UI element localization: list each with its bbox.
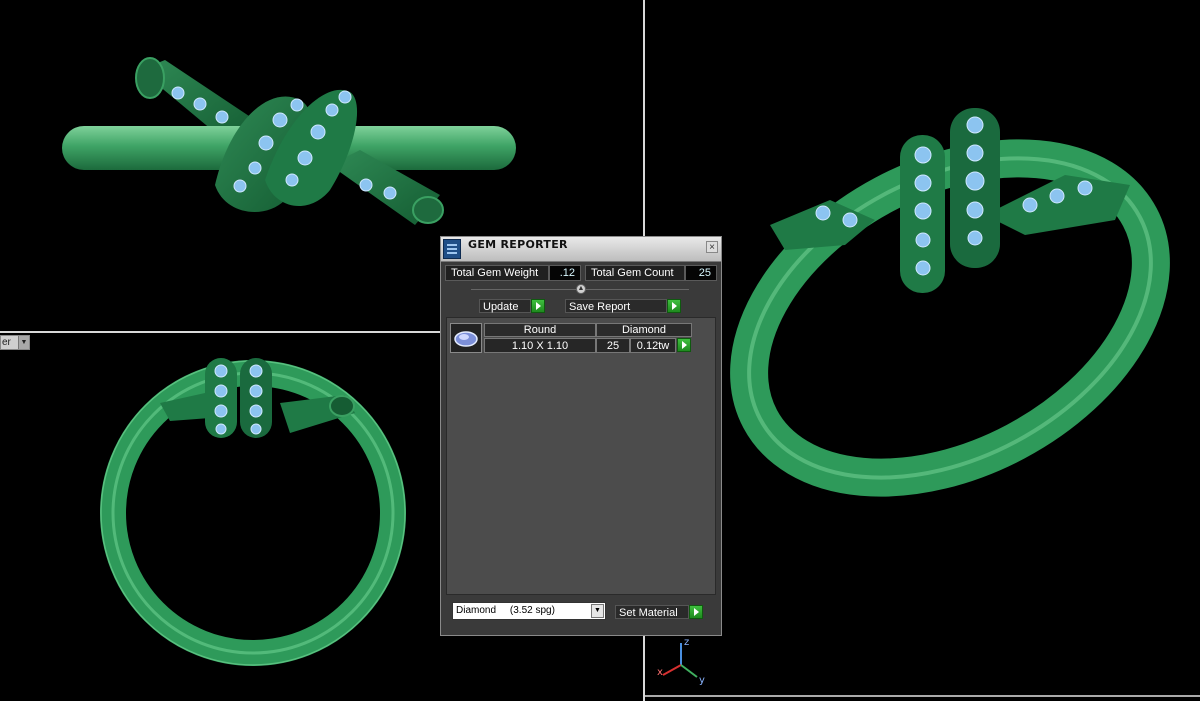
- gem-reporter-titlebar[interactable]: GEM REPORTER ×: [441, 237, 721, 262]
- set-material-button[interactable]: Set Material: [615, 605, 689, 619]
- gem-row-arrow-icon[interactable]: [677, 338, 691, 352]
- gem-reporter-title: GEM REPORTER: [468, 238, 568, 251]
- gem-reporter-panel: GEM REPORTER × Total Gem Weight .12 Tota…: [440, 236, 722, 636]
- chevron-down-icon: ▼: [18, 336, 29, 349]
- gem-weight-cell: 0.12tw: [630, 338, 676, 353]
- axis-y-label: y: [699, 675, 705, 686]
- view-name-dropdown[interactable]: er ▼: [0, 335, 30, 350]
- material-select-value: Diamond (3.52 spg): [456, 605, 555, 616]
- viewport-right[interactable]: z x y: [645, 0, 1200, 695]
- gem-list[interactable]: [446, 317, 716, 595]
- view-name-label: er: [2, 337, 11, 348]
- close-icon[interactable]: ×: [706, 241, 718, 253]
- save-report-arrow-icon[interactable]: [667, 299, 681, 313]
- total-gem-count-value: 25: [685, 265, 717, 281]
- gem-size-cell: 1.10 X 1.10: [484, 338, 596, 353]
- axis-gizmo-icon: z x y: [657, 637, 705, 686]
- chevron-down-icon: ▼: [591, 604, 604, 618]
- round-diamond-icon[interactable]: [450, 323, 482, 353]
- viewport-divider-bottom: [645, 695, 1200, 697]
- save-report-button[interactable]: Save Report: [565, 299, 667, 313]
- update-arrow-icon[interactable]: [531, 299, 545, 313]
- update-button[interactable]: Update: [479, 299, 531, 313]
- ring-perspective-view: [730, 108, 1170, 497]
- axis-x-label: x: [657, 667, 663, 678]
- gem-count-cell: 25: [596, 338, 630, 353]
- total-gem-weight-value: .12: [549, 265, 581, 281]
- set-material-arrow-icon[interactable]: [689, 605, 703, 619]
- gem-reporter-app-icon: [443, 239, 461, 259]
- total-gem-count-label: Total Gem Count: [585, 265, 685, 281]
- material-select[interactable]: Diamond (3.52 spg) ▼: [452, 602, 606, 620]
- gem-material-header: Diamond: [596, 323, 692, 337]
- axis-z-label: z: [684, 637, 689, 648]
- total-gem-weight-label: Total Gem Weight: [445, 265, 549, 281]
- collapse-toggle-icon[interactable]: ▲: [576, 284, 586, 294]
- gem-shape-header: Round: [484, 323, 596, 337]
